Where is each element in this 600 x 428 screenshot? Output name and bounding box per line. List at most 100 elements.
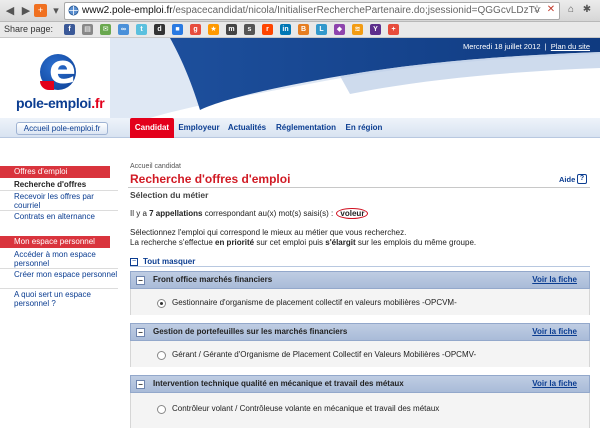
sidebar-item-creer-espace[interactable]: Créer mon espace personnel — [0, 270, 118, 279]
see-sheet-link[interactable]: Voir la fiche — [532, 327, 577, 336]
share-misc-icon[interactable]: ◆ — [334, 24, 345, 35]
sidebar-divider — [0, 210, 118, 211]
result-prefix: Il y a — [130, 209, 150, 218]
group-title: Intervention technique qualité en mécani… — [153, 379, 404, 388]
tab-candidat[interactable]: Candidat — [130, 118, 174, 138]
collapse-all-link[interactable]: Tout masquer — [143, 257, 195, 266]
sidebar-item-recevoir-offres[interactable]: Recevoir les offres par courriel — [0, 192, 118, 210]
sidebar-divider — [0, 190, 118, 191]
header-topline: Mercredi 18 juillet 2012 | Plan du site — [462, 42, 590, 51]
search-keyword: voleur — [336, 208, 369, 219]
logo-text: pole-emploi — [16, 95, 92, 111]
blogger-icon[interactable]: B — [298, 24, 309, 35]
page-title: Recherche d'offres d'emploi — [130, 172, 291, 186]
header-date: Mercredi 18 juillet 2012 — [462, 42, 541, 51]
sidebar-divider — [0, 268, 118, 269]
live-icon[interactable]: L — [316, 24, 327, 35]
bookmark-icon[interactable]: ★ — [208, 24, 219, 35]
job-option-label[interactable]: Gérant / Gérante d'Organisme de Placemen… — [172, 350, 476, 359]
back-icon[interactable]: ◀ — [2, 3, 18, 19]
linkedin-icon[interactable]: in — [280, 24, 291, 35]
stumble-icon[interactable]: s — [244, 24, 255, 35]
collapse-divider — [130, 266, 590, 267]
site-header: Mercredi 18 juillet 2012 | Plan du site … — [0, 38, 600, 118]
instr2-prefix: La recherche s'effectue — [130, 238, 215, 247]
instruction-line-2: La recherche s'effectue en priorité sur … — [130, 238, 476, 247]
sidebar-item-acceder-espace[interactable]: Accéder à mon espace personnel — [0, 250, 118, 268]
puzzle-icon[interactable]: ✱ — [580, 3, 594, 17]
section-subtitle: Sélection du métier — [130, 190, 209, 200]
twitter-icon[interactable]: t — [136, 24, 147, 35]
logo-e-glyph: e — [49, 47, 77, 93]
forward-icon[interactable]: ▶ — [18, 3, 34, 19]
new-tab-icon[interactable]: + — [34, 4, 47, 17]
delicious-icon[interactable]: ■ — [172, 24, 183, 35]
instr2-bold-1: en priorité — [215, 238, 255, 247]
see-sheet-link[interactable]: Voir la fiche — [532, 379, 577, 388]
browser-toolbar: ◀ ▶ + ▾ www2.pole-emploi.fr/espacecandid… — [0, 0, 600, 22]
collapse-group-icon[interactable]: − — [136, 380, 145, 389]
instr2-bold-2: s'élargit — [325, 238, 356, 247]
result-summary: Il y a 7 appellations correspondant au(x… — [130, 208, 369, 219]
group-header-front-office[interactable]: − Front office marchés financiers Voir l… — [130, 271, 590, 289]
home-link-button[interactable]: Accueil pole-emploi.fr — [16, 122, 108, 135]
addthis-icon[interactable]: + — [388, 24, 399, 35]
result-count: 7 appellations — [149, 209, 203, 218]
help-icon[interactable]: ? — [577, 174, 587, 184]
share-label: Share page: — [4, 24, 54, 34]
tab-employeur[interactable]: Employeur — [176, 118, 222, 138]
sidebar-item-recherche-offres[interactable]: Recherche d'offres — [0, 180, 118, 189]
job-radio-selected[interactable] — [157, 299, 166, 308]
address-bar[interactable]: www2.pole-emploi.fr/espacecandidat/nicol… — [64, 2, 560, 20]
breadcrumb[interactable]: Accueil candidat — [130, 163, 181, 170]
yahoo-icon[interactable]: Y — [370, 24, 381, 35]
tab-actualites[interactable]: Actualités — [224, 118, 270, 138]
digg-icon[interactable]: d — [154, 24, 165, 35]
group-header-intervention-technique[interactable]: − Intervention technique qualité en méca… — [130, 375, 590, 393]
see-sheet-link[interactable]: Voir la fiche — [532, 275, 577, 284]
job-option-label[interactable]: Gestionnaire d'organisme de placement co… — [172, 298, 457, 307]
print-icon[interactable]: ▤ — [82, 24, 93, 35]
myspace-icon[interactable]: m — [226, 24, 237, 35]
dropdown-icon[interactable]: ▾ — [48, 3, 64, 19]
reddit-icon[interactable]: r — [262, 24, 273, 35]
email-icon[interactable]: ✉ — [100, 24, 111, 35]
reload-icon[interactable]: ✕ — [544, 3, 558, 17]
job-radio[interactable] — [157, 405, 166, 414]
job-option-label[interactable]: Contrôleur volant / Contrôleuse volante … — [172, 404, 439, 413]
collapse-group-icon[interactable]: − — [136, 276, 145, 285]
sidebar-item-quoi-sert-espace[interactable]: A quoi sert un espace personnel ? — [0, 290, 118, 308]
main-nav: Accueil pole-emploi.fr Candidat Employeu… — [0, 118, 600, 138]
home-icon[interactable]: ⌂ — [564, 3, 578, 17]
instruction-line-1: Sélectionnez l'emploi qui correspond le … — [130, 228, 407, 237]
instr2-suffix: sur les emplois du même groupe. — [355, 238, 477, 247]
sidebar-heading-espace: Mon espace personnel — [0, 236, 110, 248]
sitemap-link[interactable]: Plan du site — [551, 42, 590, 51]
sidebar-heading-offres: Offres d'emploi — [0, 166, 110, 178]
share-toolbar: Share page: f ▤ ✉ ∞ t d ■ g ★ m s r in B… — [0, 22, 600, 38]
job-radio[interactable] — [157, 351, 166, 360]
collapse-group-icon[interactable]: − — [136, 328, 145, 337]
group-title: Gestion de portefeuilles sur les marchés… — [153, 327, 348, 336]
group-header-gestion-portefeuilles[interactable]: − Gestion de portefeuilles sur les march… — [130, 323, 590, 341]
result-middle: correspondant au(x) mot(s) saisi(s) : — [202, 209, 334, 218]
url-host: www2.pole-emploi.fr — [82, 5, 173, 16]
logo-ext: .fr — [91, 95, 105, 111]
title-divider — [128, 187, 590, 188]
collapse-all-icon[interactable]: − — [130, 258, 138, 266]
link-icon[interactable]: ∞ — [118, 24, 129, 35]
keyword-text: voleur — [340, 209, 365, 218]
tab-reglementation[interactable]: Réglementation — [272, 118, 340, 138]
globe-icon — [68, 5, 79, 16]
logo-wordmark[interactable]: pole-emploi.fr — [16, 95, 105, 111]
tab-en-region[interactable]: En région — [342, 118, 386, 138]
rss-icon[interactable]: ≋ — [352, 24, 363, 35]
google-icon[interactable]: g — [190, 24, 201, 35]
url-path: /espacecandidat/nicola/InitialiserRecher… — [172, 5, 540, 16]
facebook-icon[interactable]: f — [64, 24, 75, 35]
help-link[interactable]: Aide — [559, 175, 575, 184]
sidebar-item-contrats-alternance[interactable]: Contrats en alternance — [0, 212, 118, 221]
group-title: Front office marchés financiers — [153, 275, 273, 284]
instr2-middle: sur cet emploi puis — [254, 238, 326, 247]
star-icon[interactable]: ☆ — [530, 3, 544, 17]
